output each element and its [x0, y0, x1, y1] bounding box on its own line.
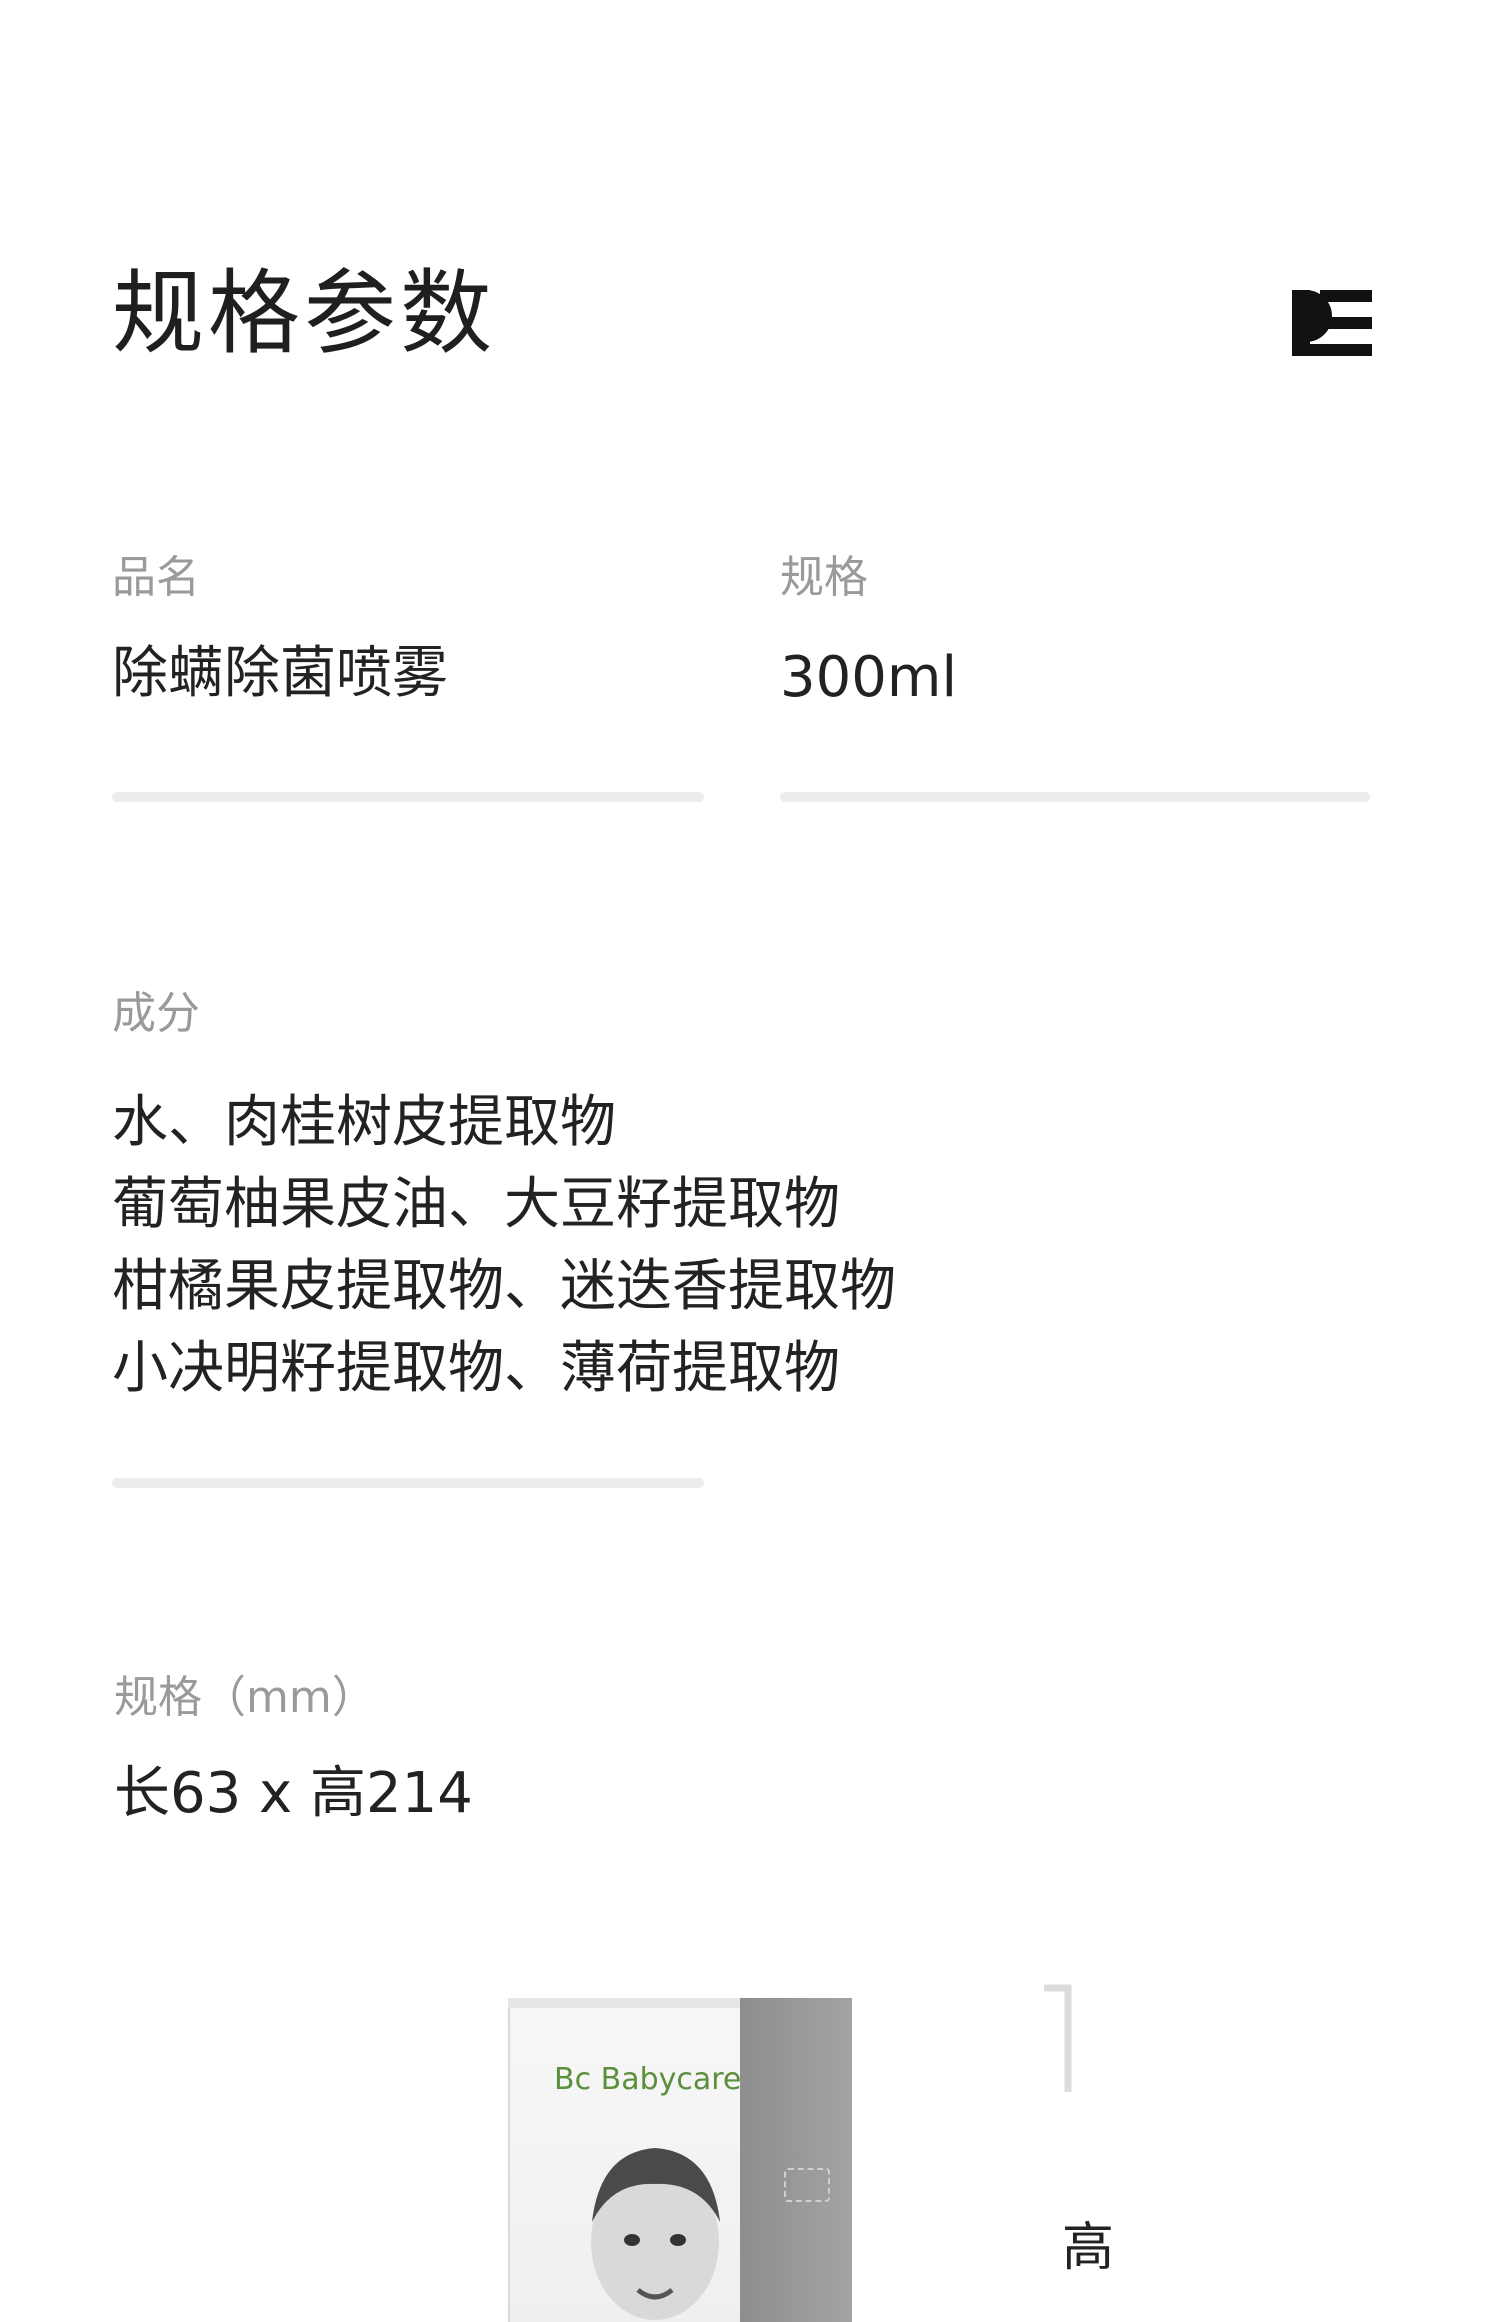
- page-title: 规格参数: [112, 260, 497, 367]
- dimensions-value: 长63 x 高214: [114, 1761, 473, 1826]
- ingredients-label: 成分: [112, 988, 200, 1039]
- product-name-label: 品名: [112, 552, 200, 603]
- box-top-edge: [508, 1998, 740, 2008]
- spec-page: 规格参数 品名 除螨除菌喷雾 规格 300ml 成分 水、肉桂树皮提取物 葡萄柚…: [0, 0, 1500, 2322]
- height-label: 高: [1062, 2218, 1115, 2278]
- product-size-label: 规格: [780, 552, 868, 603]
- ingredient-line: 葡萄柚果皮油、大豆籽提取物: [112, 1172, 840, 1237]
- ingredient-line: 小决明籽提取物、薄荷提取物: [112, 1336, 840, 1401]
- ingredient-line: 柑橘果皮提取物、迷迭香提取物: [112, 1254, 896, 1319]
- dimensions-label: 规格（mm）: [114, 1672, 376, 1723]
- box-front-panel: Bc Babycare: [508, 2006, 742, 2322]
- box-side-panel: [740, 1998, 852, 2322]
- ingredient-line: 水、肉桂树皮提取物: [112, 1090, 616, 1155]
- box-side-sticker: [784, 2168, 830, 2202]
- product-size-value: 300ml: [780, 645, 957, 710]
- divider: [112, 1478, 704, 1488]
- brand-logo-icon: [1292, 290, 1372, 356]
- height-bracket-icon: [1044, 1984, 1072, 2092]
- divider: [112, 792, 704, 802]
- product-name-value: 除螨除菌喷雾: [112, 641, 448, 706]
- divider: [780, 792, 1370, 802]
- product-box-image: Bc Babycare: [508, 1998, 854, 2322]
- brand-name: Bc Babycare: [554, 2062, 742, 2097]
- ingredients-list: 水、肉桂树皮提取物 葡萄柚果皮油、大豆籽提取物 柑橘果皮提取物、迷迭香提取物 小…: [112, 1082, 896, 1410]
- baby-photo-icon: [591, 2148, 720, 2320]
